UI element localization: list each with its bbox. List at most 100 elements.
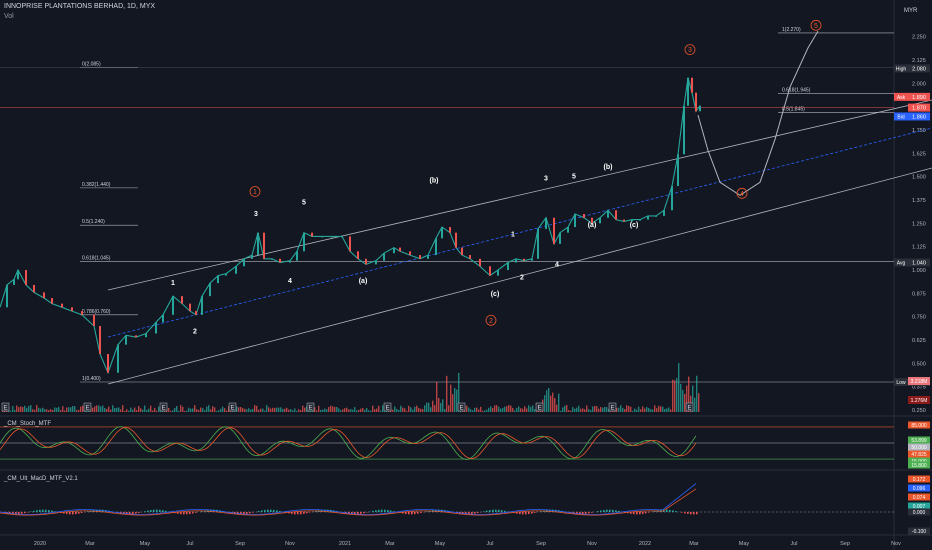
volume-bar (242, 408, 244, 412)
volume-bar (30, 405, 32, 412)
volume-bar (628, 405, 630, 412)
volume-bar (274, 407, 276, 412)
macd-histogram-bar (363, 512, 365, 514)
volume-bar (434, 405, 436, 412)
volume-bar (532, 405, 534, 412)
candle (647, 215, 649, 220)
candle (135, 335, 137, 338)
candle (545, 217, 547, 229)
volume-bar (336, 406, 338, 412)
volume-bar (654, 405, 656, 412)
macd-histogram-bar (411, 512, 413, 515)
volume-bar (430, 407, 432, 412)
volume-bar (150, 405, 152, 412)
volume-bar (588, 409, 590, 412)
price-axis-tick: 1.500 (912, 175, 926, 181)
volume-bar (148, 408, 150, 412)
candle (217, 275, 219, 284)
wave-label: 2 (520, 274, 524, 281)
macd-histogram-bar (618, 510, 620, 512)
volume-bar (646, 407, 648, 412)
candle (117, 344, 119, 373)
candle (699, 105, 701, 112)
volume-bar (590, 409, 592, 412)
symbol-title: INNOPRISE PLANTATIONS BERHAD, 1D, MYX (4, 3, 156, 10)
macd-histogram-bar (183, 512, 185, 515)
wave-label: 1 (171, 280, 175, 287)
price-axis-tick: 2.250 (912, 35, 926, 41)
volume-bar (346, 407, 348, 412)
volume-bar (68, 407, 70, 412)
volume-bar (322, 409, 324, 412)
volume-bar (678, 363, 680, 412)
macd-histogram-bar (531, 512, 533, 514)
volume-bar (486, 409, 488, 412)
volume-bar (100, 406, 102, 412)
volume-bar (206, 406, 208, 412)
macd-histogram-bar (294, 512, 296, 515)
macd-histogram-bar (420, 512, 422, 514)
volume-bar (376, 408, 378, 412)
candle (574, 214, 576, 228)
volume-bar (410, 407, 412, 412)
macd-histogram-bar (297, 512, 299, 515)
macd-histogram-bar (156, 509, 158, 512)
macd-histogram-bar (609, 509, 611, 512)
candle (687, 77, 689, 106)
macd-histogram-bar (525, 512, 527, 515)
price-axis-tick: 1.625 (912, 151, 926, 157)
volume-bar (426, 402, 428, 412)
volume-bar (342, 409, 344, 412)
volume-bar (116, 407, 118, 412)
volume-bar (620, 405, 622, 412)
candle (17, 270, 19, 280)
candle (695, 92, 697, 112)
volume-bar (272, 407, 274, 412)
candle (383, 253, 385, 261)
candle (341, 236, 343, 238)
volume-bar (498, 406, 500, 412)
macd-histogram-bar (36, 510, 38, 512)
time-axis-tick: Sep (840, 541, 850, 547)
time-axis-tick: Jul (486, 541, 493, 547)
candle (623, 219, 625, 222)
candle (375, 260, 377, 265)
volume-bar (492, 408, 494, 412)
candle (303, 232, 305, 252)
earnings-marker-label: E (3, 406, 7, 412)
volume-bar (146, 410, 148, 412)
volume-bar (454, 388, 456, 412)
price-tag-name: Bid (897, 114, 904, 120)
volume-bar (74, 406, 76, 412)
volume-bar (250, 409, 252, 412)
price-tag-name: Avg (897, 261, 906, 267)
chart[interactable]: 2.2502.1252.0001.8751.7501.6251.5001.375… (0, 0, 932, 550)
volume-bar (596, 406, 598, 412)
candle (399, 247, 401, 252)
volume-bar (276, 407, 278, 412)
candle (257, 232, 259, 256)
volume-bar (412, 409, 414, 412)
volume-bar (634, 408, 636, 412)
earnings-marker-label: E (459, 406, 463, 412)
volume-bar (58, 406, 60, 412)
candle (251, 255, 253, 259)
volume-bar (358, 409, 360, 412)
macd-histogram-bar (150, 510, 152, 512)
candle (441, 227, 443, 239)
price-tag-value: 1.860 (912, 114, 926, 120)
volume-bar (626, 405, 628, 412)
volume-bar (394, 406, 396, 412)
volume-bar (334, 406, 336, 412)
volume-bar (170, 410, 172, 412)
candle (13, 279, 15, 285)
volume-bar (18, 407, 20, 412)
volume-bar (38, 407, 40, 412)
volume-bar (506, 406, 508, 412)
candle (599, 217, 601, 224)
fib-level-label: 0.786(0.760) (82, 309, 111, 315)
volume-bar (144, 405, 146, 412)
volume-bar (350, 409, 352, 412)
volume-bar (470, 409, 472, 412)
volume-bar (96, 405, 98, 412)
